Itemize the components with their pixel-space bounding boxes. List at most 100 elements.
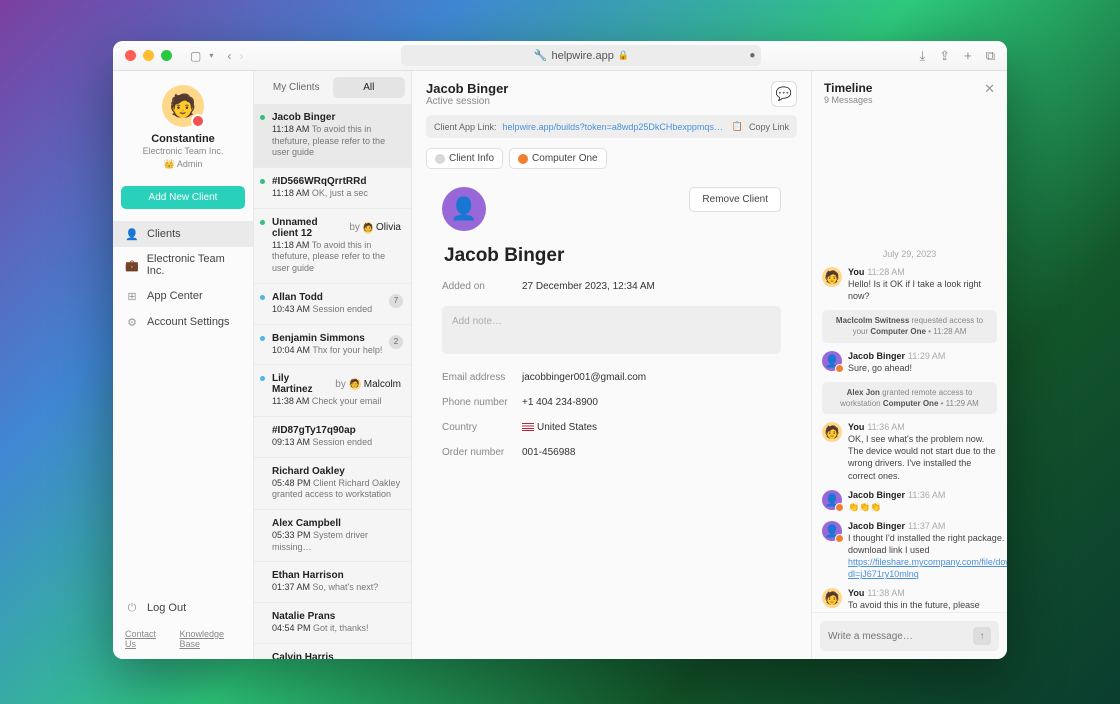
sidebar-left: 🧑 Constantine Electronic Team Inc. 👑 Adm… <box>113 71 254 659</box>
phone-label: Phone number <box>442 397 522 408</box>
client-name: Natalie Prans <box>272 611 401 622</box>
message-header: You11:36 AM <box>848 422 997 432</box>
nav-item-electronic-team-inc-[interactable]: 💼Electronic Team Inc. <box>113 247 253 283</box>
nav-icon: 👤 <box>125 227 139 241</box>
client-name: Allan Todd <box>272 292 401 303</box>
client-avatar: 👤 <box>442 187 486 231</box>
client-item[interactable]: #ID87gTy17q90ap09:13 AM Session ended <box>254 417 411 458</box>
close-timeline-button[interactable]: ✕ <box>984 81 995 97</box>
phone-value: +1 404 234-8900 <box>522 397 598 408</box>
sidebar-icon[interactable]: ▢ <box>190 49 201 63</box>
traffic-lights <box>125 50 172 61</box>
nav-item-account-settings[interactable]: ⚙Account Settings <box>113 309 253 335</box>
tab-all[interactable]: All <box>333 77 406 98</box>
add-client-button[interactable]: Add New Client <box>121 186 245 209</box>
forward-icon: › <box>239 49 243 63</box>
copy-link-button[interactable]: Copy Link <box>749 122 789 132</box>
composer: ↑ <box>812 612 1007 659</box>
tab-computer-one-label: Computer One <box>532 153 598 164</box>
client-meta: 11:18 AM OK, just a sec <box>272 188 401 200</box>
link-label: Client App Link: <box>434 122 497 132</box>
person-icon: 👤 <box>450 196 477 222</box>
message-link[interactable]: https://fileshare.mycompany.com/file/dow… <box>848 557 1007 579</box>
new-tab-icon[interactable]: + <box>964 48 972 64</box>
client-meta: 11:38 AM Check your email <box>272 396 401 408</box>
nav-label: Clients <box>147 228 181 240</box>
close-icon[interactable] <box>125 50 136 61</box>
client-item[interactable]: Allan Todd10:43 AM Session ended7 <box>254 284 411 325</box>
share-icon[interactable]: ⇪ <box>939 48 950 64</box>
detail-title: Jacob Binger <box>426 81 508 96</box>
back-icon[interactable]: ‹ <box>227 49 231 63</box>
note-placeholder: Add note… <box>452 316 502 327</box>
note-input[interactable]: Add note… <box>442 306 781 354</box>
client-item[interactable]: Natalie Prans04:54 PM Got it, thanks! <box>254 603 411 644</box>
tab-client-info[interactable]: Client Info <box>426 148 503 169</box>
message-text: 👏👏👏 <box>848 501 997 513</box>
message-input[interactable] <box>828 631 967 642</box>
download-icon[interactable]: ⤓ <box>919 48 925 64</box>
client-item[interactable]: Alex Campbell05:33 PM System driver miss… <box>254 510 411 562</box>
client-item[interactable]: #ID566WRqQrrtRRd11:18 AM OK, just a sec <box>254 168 411 209</box>
dropdown-icon[interactable]: ▾ <box>209 51 213 60</box>
nav-list: 👤 Clients 💼Electronic Team Inc.⊞App Center… <box>113 221 253 335</box>
country-label: Country <box>442 422 522 433</box>
nav-label: Account Settings <box>147 316 230 328</box>
computer-dot-icon <box>518 154 528 164</box>
client-name: Jacob Binger <box>272 112 401 123</box>
logout-button[interactable]: ⏻ Log Out <box>125 601 241 615</box>
system-message: MacIcolm Switness requested access to yo… <box>822 310 997 342</box>
user-avatar[interactable]: 🧑 <box>162 85 204 127</box>
client-list-panel: My Clients All Jacob Binger11:18 AM To a… <box>254 71 412 659</box>
timeline-title: Timeline <box>824 81 873 95</box>
client-item[interactable]: Lily Martinez by 🧑 Malcolm11:38 AM Check… <box>254 365 411 417</box>
nav-item-clients[interactable]: 👤 Clients <box>113 221 253 247</box>
info-dot-icon <box>435 154 445 164</box>
status-dot-icon <box>260 179 265 184</box>
message-header: Jacob Binger11:29 AM <box>848 351 997 361</box>
client-name: Unnamed client 12 by 🧑 Olivia <box>272 217 401 239</box>
address-bar[interactable]: 🔧 helpwire.app 🔒 ● <box>401 45 761 66</box>
tabs-icon[interactable]: ⧉ <box>986 48 995 64</box>
minimize-icon[interactable] <box>143 50 154 61</box>
tab-my-clients[interactable]: My Clients <box>260 77 333 98</box>
client-meta: 11:18 AM To avoid this in thefuture, ple… <box>272 240 401 275</box>
message-avatar: 🧑 <box>822 588 842 608</box>
client-item[interactable]: Calvin Harris <box>254 644 411 659</box>
client-item[interactable]: Unnamed client 12 by 🧑 Olivia11:18 AM To… <box>254 209 411 284</box>
remove-client-button[interactable]: Remove Client <box>689 187 781 212</box>
link-url[interactable]: helpwire.app/builds?token=a8wdp25DkCHbex… <box>503 122 726 132</box>
maximize-icon[interactable] <box>161 50 172 61</box>
client-meta: 11:18 AM To avoid this in thefuture, ple… <box>272 124 401 159</box>
chat-button[interactable]: 💬 <box>771 81 797 107</box>
client-item[interactable]: Jacob Binger11:18 AM To avoid this in th… <box>254 104 411 168</box>
unread-badge: 2 <box>389 335 403 349</box>
message-avatar: 👤 <box>822 490 842 510</box>
copy-icon: 📋 <box>732 121 743 132</box>
client-item[interactable]: Benjamin Simmons10:04 AM Thx for your he… <box>254 325 411 366</box>
reader-icon[interactable]: ● <box>749 50 755 61</box>
send-button[interactable]: ↑ <box>973 627 991 645</box>
badge-icon <box>835 534 844 543</box>
kb-link[interactable]: Knowledge Base <box>180 629 241 649</box>
send-icon: ↑ <box>980 631 985 642</box>
client-item[interactable]: Richard Oakley05:48 PM Client Richard Oa… <box>254 458 411 510</box>
tab-computer-one[interactable]: Computer One <box>509 148 607 169</box>
nav-label: Electronic Team Inc. <box>147 253 241 277</box>
client-app-link-bar: Client App Link: helpwire.app/builds?tok… <box>426 115 797 138</box>
client-list: Jacob Binger11:18 AM To avoid this in th… <box>254 104 411 659</box>
assignee-avatar-icon: 🧑 <box>349 378 361 390</box>
client-name: Alex Campbell <box>272 518 401 529</box>
country-value: United States <box>522 422 597 433</box>
client-meta: 05:48 PM Client Richard Oakley granted a… <box>272 478 401 501</box>
timeline-subtitle: 9 Messages <box>824 95 873 105</box>
tab-client-info-label: Client Info <box>449 153 494 164</box>
message: 🧑You11:36 AMOK, I see what's the problem… <box>822 422 997 482</box>
contact-link[interactable]: Contact Us <box>125 629 166 649</box>
order-label: Order number <box>442 447 522 458</box>
lock-icon: 🔒 <box>618 50 629 61</box>
status-dot-icon <box>260 220 265 225</box>
client-item[interactable]: Ethan Harrison01:37 AM So, what's next? <box>254 562 411 603</box>
nav-item-app-center[interactable]: ⊞App Center <box>113 283 253 309</box>
message-text: OK, I see what's the problem now. The de… <box>848 433 997 482</box>
